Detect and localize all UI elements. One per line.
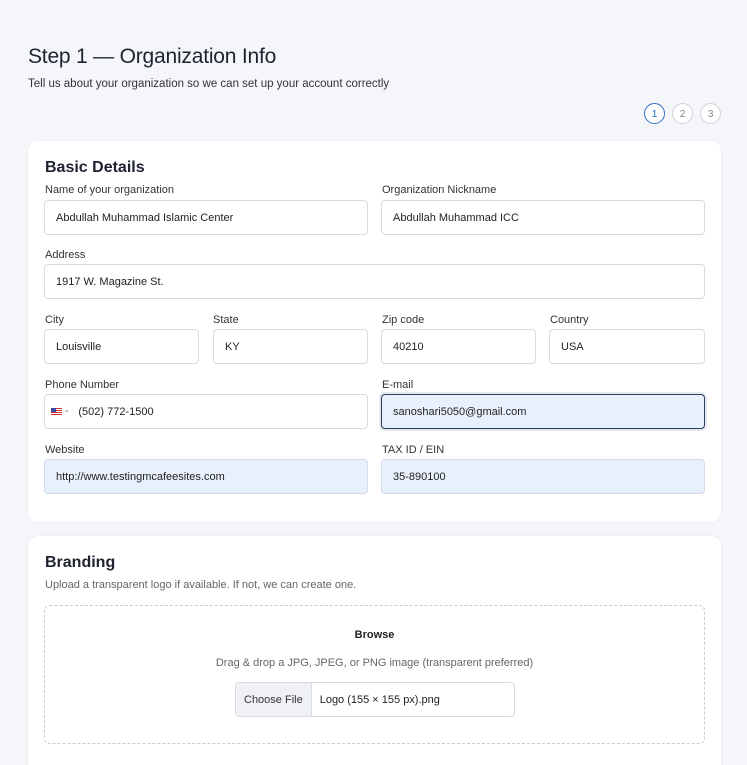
- website-input[interactable]: http://www.testingmcafeesites.com: [44, 459, 368, 494]
- basic-details-card: Basic Details Name of your organization …: [28, 141, 721, 522]
- email-input[interactable]: sanoshari5050@gmail.com: [381, 394, 705, 429]
- page-subtitle: Tell us about your organization so we ca…: [28, 78, 390, 90]
- org-name-label: Name of your organization: [45, 184, 175, 196]
- zip-input[interactable]: 40210: [381, 329, 536, 364]
- website-label: Website: [45, 444, 85, 456]
- country-input[interactable]: USA: [549, 329, 705, 364]
- city-label: City: [45, 314, 64, 326]
- step-1[interactable]: 1: [644, 103, 665, 124]
- zip-label: Zip code: [382, 314, 425, 326]
- state-input[interactable]: KY: [213, 329, 368, 364]
- country-code-selector[interactable]: -: [51, 406, 68, 417]
- phone-value: (502) 772-1500: [78, 405, 154, 418]
- browse-label[interactable]: Browse: [45, 629, 704, 641]
- logo-dropzone[interactable]: Browse Drag & drop a JPG, JPEG, or PNG i…: [44, 605, 705, 744]
- branding-card: Branding Upload a transparent logo if av…: [28, 536, 721, 765]
- logo-file-input[interactable]: Choose File Logo (155 × 155 px).png: [235, 682, 515, 717]
- page-title: Step 1 — Organization Info: [28, 45, 277, 68]
- nickname-input[interactable]: Abdullah Muhammad ICC: [381, 200, 705, 235]
- branding-subtitle: Upload a transparent logo if available. …: [45, 579, 357, 591]
- tax-id-input[interactable]: 35-890100: [381, 459, 705, 494]
- step-2[interactable]: 2: [672, 103, 693, 124]
- address-label: Address: [45, 249, 86, 261]
- branding-title: Branding: [45, 554, 116, 571]
- tax-id-label: TAX ID / EIN: [382, 444, 445, 456]
- org-name-input[interactable]: Abdullah Muhammad Islamic Center: [44, 200, 368, 235]
- country-code-separator: -: [65, 406, 69, 417]
- nickname-label: Organization Nickname: [382, 184, 497, 196]
- email-label: E-mail: [382, 379, 414, 391]
- selected-file-name: Logo (155 × 155 px).png: [319, 693, 440, 706]
- city-input[interactable]: Louisville: [44, 329, 199, 364]
- state-label: State: [213, 314, 239, 326]
- choose-file-button[interactable]: Choose File: [236, 683, 312, 716]
- dropzone-hint: Drag & drop a JPG, JPEG, or PNG image (t…: [215, 657, 534, 669]
- phone-label: Phone Number: [45, 379, 119, 391]
- country-label: Country: [550, 314, 589, 326]
- basic-details-title: Basic Details: [45, 159, 145, 176]
- address-input[interactable]: 1917 W. Magazine St.: [44, 264, 705, 299]
- us-flag-icon: [51, 408, 62, 415]
- phone-input[interactable]: - (502) 772-1500: [44, 394, 368, 429]
- step-3[interactable]: 3: [700, 103, 721, 124]
- stepper: 1 2 3: [644, 103, 721, 124]
